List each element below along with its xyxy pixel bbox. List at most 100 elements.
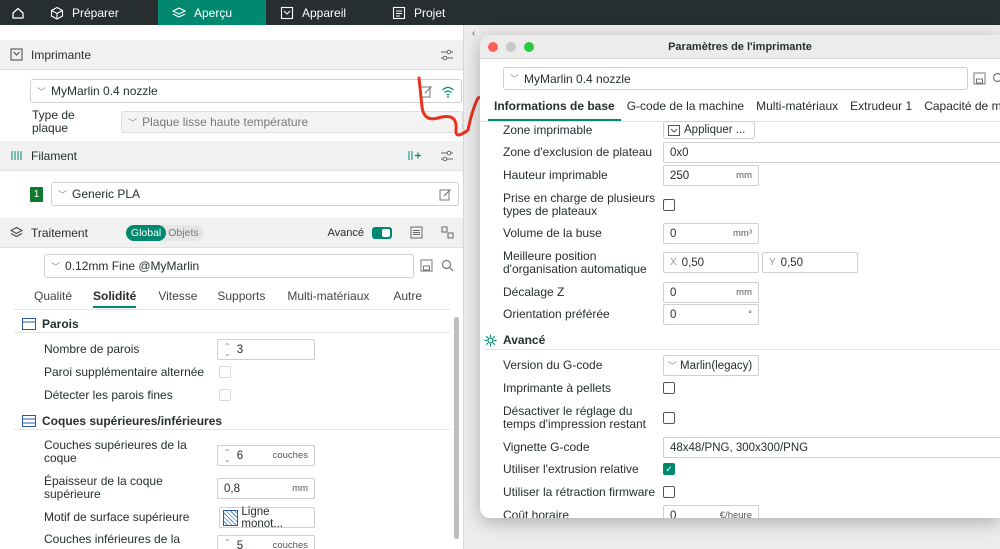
shells-heading: Coques supérieures/inférieures — [22, 414, 222, 428]
advanced-heading: Avancé — [484, 333, 545, 347]
tab-preview[interactable]: Aperçu — [158, 0, 266, 25]
tab-multimaterial[interactable]: Multi-matériaux — [750, 99, 844, 121]
walls-heading: Parois — [22, 317, 79, 331]
left-sidebar: Imprimante ﹀ MyMarlin 0.4 nozzle Type de… — [0, 25, 464, 549]
bed-exclusion-input[interactable]: 0x0 — [663, 142, 1000, 163]
tab-project[interactable]: Projet — [378, 0, 459, 25]
disable-remaining-time-checkbox[interactable] — [663, 412, 675, 424]
global-objects-toggle[interactable]: Global Objets — [125, 224, 204, 241]
top-layers-unit: couches — [272, 450, 308, 461]
hourly-cost-unit: €/heure — [719, 510, 752, 518]
compare-icon[interactable] — [441, 226, 454, 239]
wall-count-input[interactable]: ⌃ ⌄ 3 — [217, 339, 315, 360]
scrollbar[interactable] — [454, 317, 459, 539]
relative-extrusion-checkbox[interactable]: ✓ — [663, 463, 675, 475]
pellet-printer-label: Imprimante à pellets — [503, 381, 612, 395]
detect-thin-wall-checkbox[interactable] — [219, 389, 231, 401]
printable-height-value: 250 — [670, 169, 690, 182]
tab-device[interactable]: Appareil — [266, 0, 378, 25]
best-position-x-input[interactable]: X 0,50 — [663, 252, 759, 273]
chevron-down-icon: ﹀ — [58, 189, 68, 200]
best-position-y-input[interactable]: Y 0,50 — [762, 252, 858, 273]
shells-heading-text: Coques supérieures/inférieures — [42, 414, 223, 428]
advanced-switch[interactable] — [372, 226, 392, 239]
best-position-x-value: 0,50 — [681, 256, 705, 269]
top-layers-value: 6 — [236, 449, 244, 462]
stepper-icon[interactable]: ⌃ ⌄ — [224, 538, 231, 549]
toggle-global[interactable]: Global — [125, 224, 167, 241]
firmware-retraction-checkbox[interactable] — [663, 486, 675, 498]
best-position-x-prefix: X — [670, 257, 677, 268]
close-window-button[interactable] — [488, 41, 498, 52]
tab-machine-gcode[interactable]: G-code de la machine — [621, 99, 750, 121]
window-printer-preset-select[interactable]: ﹀ MyMarlin 0.4 nozzle — [503, 67, 968, 90]
nozzle-volume-label: Volume de la buse — [503, 226, 602, 240]
nozzle-volume-input[interactable]: 0 mm³ — [663, 223, 759, 244]
subtab-quality[interactable]: Qualité — [34, 289, 93, 308]
z-offset-input[interactable]: 0 mm — [663, 282, 759, 303]
bottom-layers-label: Couches inférieures de la — [44, 532, 181, 546]
window-printer-preset-value: MyMarlin 0.4 nozzle — [524, 71, 631, 86]
gcode-thumbnail-value: 48x48/PNG, 300x300/PNG — [670, 441, 809, 454]
top-pattern-select[interactable]: Ligne monot... — [219, 506, 315, 530]
filament-select[interactable]: ﹀ Generic PLA — [51, 182, 459, 206]
subtab-multimaterial[interactable]: Multi-matériaux — [287, 289, 393, 308]
printable-height-input[interactable]: 250 mm — [663, 165, 759, 186]
pellet-printer-checkbox[interactable] — [663, 382, 675, 394]
process-preset-select[interactable]: ﹀ 0.12mm Fine @MyMarlin — [44, 254, 414, 278]
walls-heading-text: Parois — [42, 317, 79, 331]
hourly-cost-input[interactable]: 0 €/heure — [663, 505, 759, 518]
chevron-down-icon: ﹀ — [668, 361, 678, 371]
alternate-wall-checkbox[interactable] — [219, 366, 231, 378]
bed-exclusion-label: Zone d'exclusion de plateau — [503, 145, 653, 159]
subtab-divider — [14, 309, 450, 310]
advanced-heading-text: Avancé — [503, 333, 546, 347]
process-section-title: Traitement — [31, 225, 88, 240]
top-thickness-input[interactable]: 0,8 mm — [217, 478, 315, 499]
top-layers-input[interactable]: ⌃ ⌄ 6 couches — [217, 445, 315, 466]
cube-icon — [50, 6, 64, 20]
subtab-strength[interactable]: Solidité — [93, 289, 137, 308]
top-pattern-label: Motif de surface supérieure — [44, 510, 190, 524]
tab-motion-ability[interactable]: Capacité de mouv — [918, 99, 1000, 121]
relative-extrusion-label: Utiliser l'extrusion relative — [503, 462, 639, 476]
gcode-flavor-select[interactable]: ﹀ Marlin(legacy) — [663, 355, 759, 376]
toggle-objects[interactable]: Objets — [166, 225, 203, 241]
gcode-thumbnail-input[interactable]: 48x48/PNG, 300x300/PNG — [663, 437, 1000, 458]
settings-sliders-icon[interactable] — [440, 150, 454, 162]
printer-select-value: MyMarlin 0.4 nozzle — [51, 84, 158, 98]
search-icon[interactable] — [992, 72, 1000, 88]
minimize-window-button[interactable] — [506, 41, 516, 52]
home-button[interactable] — [0, 0, 36, 25]
z-offset-value: 0 — [670, 286, 677, 299]
edit-icon[interactable] — [439, 188, 452, 201]
zoom-window-button[interactable] — [524, 41, 534, 52]
preferred-orientation-input[interactable]: 0 ° — [663, 304, 759, 325]
tab-basic-info[interactable]: Informations de base — [488, 99, 621, 121]
save-icon[interactable] — [973, 72, 986, 88]
tab-extruder-1[interactable]: Extrudeur 1 — [844, 99, 918, 121]
printable-area-apply-button[interactable]: Appliquer ... — [663, 121, 755, 139]
list-icon[interactable] — [410, 226, 423, 239]
subtab-other[interactable]: Autre — [393, 289, 422, 308]
stepper-icon[interactable]: ⌃ ⌄ — [224, 448, 231, 463]
save-icon[interactable] — [420, 259, 433, 275]
printer-select[interactable]: ﹀ MyMarlin 0.4 nozzle — [30, 79, 462, 103]
search-icon[interactable] — [441, 259, 454, 275]
settings-sliders-icon[interactable] — [440, 49, 454, 61]
subtab-speed[interactable]: Vitesse — [158, 289, 217, 308]
nozzle-volume-value: 0 — [670, 227, 677, 240]
collapse-arrow-icon[interactable]: ‹ — [472, 28, 475, 39]
filament-slot-number: 1 — [30, 186, 43, 202]
wall-count-value: 3 — [236, 343, 244, 356]
filament-select-value: Generic PLA — [72, 187, 141, 201]
bottom-layers-input[interactable]: ⌃ ⌄ 5 couches — [217, 535, 315, 549]
hourly-cost-label: Coût horaire — [503, 508, 570, 519]
filament-slot-row: 1 ﹀ Generic PLA — [30, 182, 459, 206]
multi-plate-checkbox[interactable] — [663, 199, 675, 211]
shells-divider — [14, 429, 450, 430]
add-filament-icon[interactable] — [407, 149, 422, 162]
tab-prepare[interactable]: Préparer — [36, 0, 158, 25]
stepper-icon[interactable]: ⌃ ⌄ — [224, 342, 231, 357]
subtab-support[interactable]: Supports — [217, 289, 287, 308]
